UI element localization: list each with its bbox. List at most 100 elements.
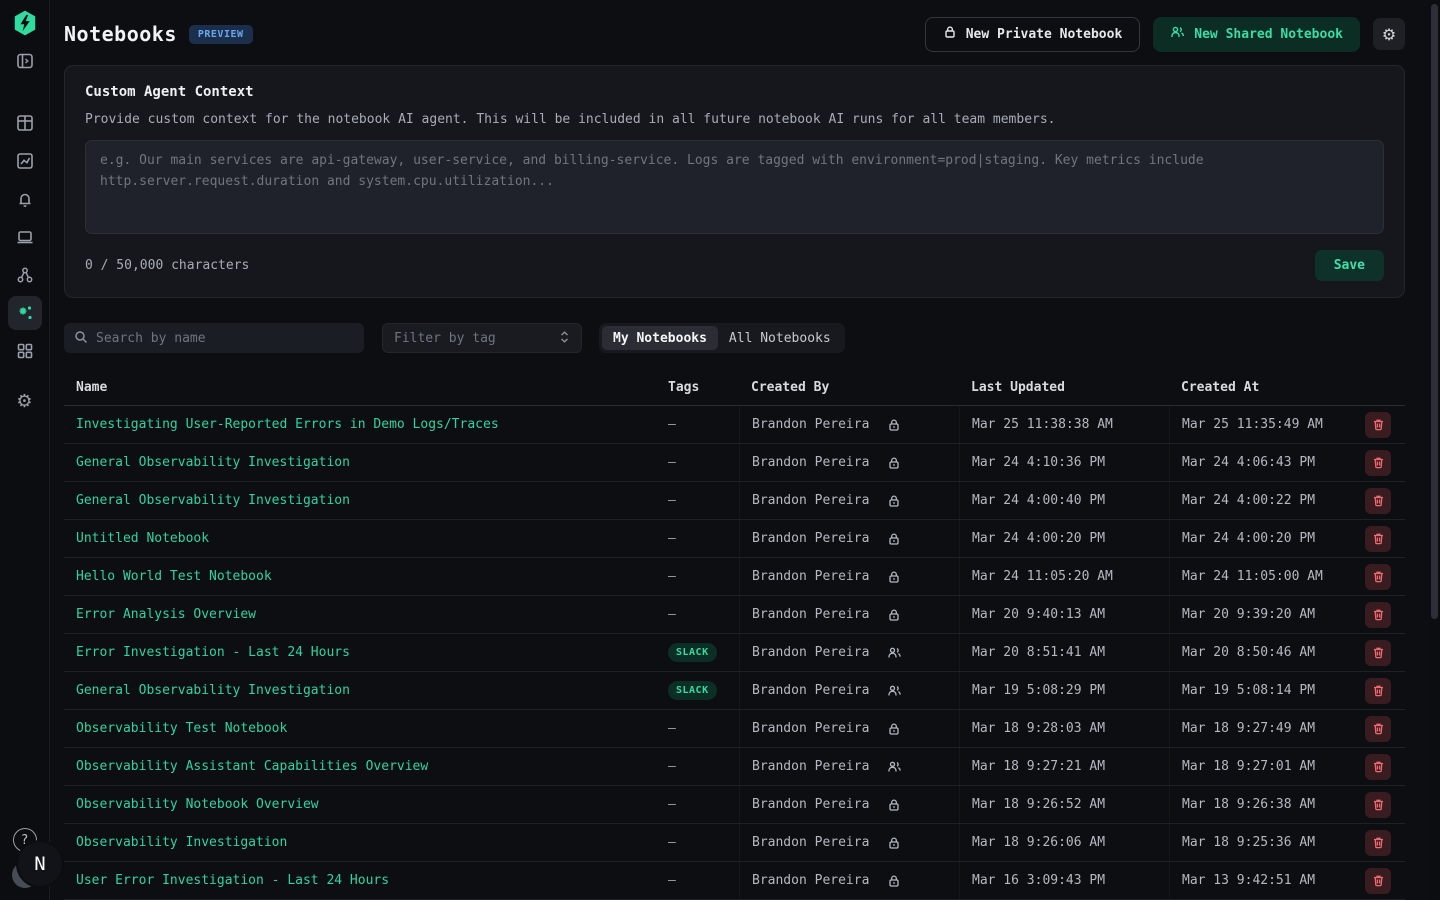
scrollbar-thumb[interactable] <box>1431 4 1438 619</box>
created-by-name: Brandon Pereira <box>752 759 869 774</box>
workstation-icon[interactable] <box>8 220 42 254</box>
lock-icon <box>887 570 901 584</box>
new-private-notebook-button[interactable]: New Private Notebook <box>925 17 1141 52</box>
notebook-link[interactable]: Error Analysis Overview <box>76 607 256 622</box>
alerts-bell-icon[interactable] <box>8 182 42 216</box>
created-by-name: Brandon Pereira <box>752 683 869 698</box>
created-by-name: Brandon Pereira <box>752 645 869 660</box>
tag-cell: — <box>656 531 739 546</box>
last-updated-cell: Mar 24 4:00:20 PM <box>959 520 1169 557</box>
notebook-link[interactable]: General Observability Investigation <box>76 455 350 470</box>
table-row[interactable]: User Error Investigation - Last 24 Hours… <box>64 862 1405 900</box>
last-updated-cell: Mar 18 9:26:06 AM <box>959 824 1169 861</box>
agent-context-textarea[interactable] <box>85 140 1384 234</box>
table-row[interactable]: Investigating User-Reported Errors in De… <box>64 406 1405 444</box>
tag-badge: SLACK <box>668 643 717 662</box>
created-at-cell: Mar 20 9:39:20 AM <box>1169 596 1346 633</box>
tag-filter-label: Filter by tag <box>394 331 496 346</box>
page-title: Notebooks <box>64 22 177 46</box>
new-shared-notebook-button[interactable]: New Shared Notebook <box>1153 17 1360 52</box>
created-at-cell: Mar 13 9:42:51 AM <box>1169 862 1346 899</box>
scrollbar-track[interactable] <box>1429 0 1440 900</box>
delete-notebook-button[interactable] <box>1365 754 1391 780</box>
tag-cell: — <box>656 835 739 850</box>
delete-notebook-button[interactable] <box>1365 412 1391 438</box>
settings-gear-icon[interactable]: ⚙ <box>8 384 42 418</box>
delete-notebook-button[interactable] <box>1365 868 1391 894</box>
table-row[interactable]: General Observability Investigation SLAC… <box>64 672 1405 710</box>
apps-grid-icon[interactable] <box>8 334 42 368</box>
created-at-cell: Mar 18 9:27:01 AM <box>1169 748 1346 785</box>
ai-notebooks-icon[interactable] <box>8 296 42 330</box>
table-row[interactable]: Hello World Test Notebook — Brandon Pere… <box>64 558 1405 596</box>
notebook-link[interactable]: Hello World Test Notebook <box>76 569 272 584</box>
table-row[interactable]: Untitled Notebook — Brandon Pereira Mar … <box>64 520 1405 558</box>
people-icon <box>1170 25 1185 44</box>
delete-notebook-button[interactable] <box>1365 526 1391 552</box>
last-updated-cell: Mar 20 9:40:13 AM <box>959 596 1169 633</box>
notebook-link[interactable]: Observability Notebook Overview <box>76 797 319 812</box>
tag-cell: SLACK <box>656 643 739 662</box>
lock-icon <box>943 25 957 43</box>
created-by-name: Brandon Pereira <box>752 493 869 508</box>
search-box[interactable] <box>64 323 364 353</box>
table-row[interactable]: Error Analysis Overview — Brandon Pereir… <box>64 596 1405 634</box>
tag-cell: — <box>656 569 739 584</box>
tag-cell: — <box>656 455 739 470</box>
search-input[interactable] <box>96 331 354 346</box>
table-row[interactable]: General Observability Investigation — Br… <box>64 482 1405 520</box>
created-at-cell: Mar 18 9:26:38 AM <box>1169 786 1346 823</box>
last-updated-cell: Mar 18 9:28:03 AM <box>959 710 1169 747</box>
sidebar: ⚙ ? <box>0 0 50 900</box>
lock-icon <box>887 494 901 508</box>
lock-icon <box>887 722 901 736</box>
delete-notebook-button[interactable] <box>1365 488 1391 514</box>
column-last-updated: Last Updated <box>959 370 1169 405</box>
last-updated-cell: Mar 25 11:38:38 AM <box>959 406 1169 443</box>
notebook-link[interactable]: Observability Investigation <box>76 835 287 850</box>
tables-icon[interactable] <box>8 106 42 140</box>
page-header: Notebooks PREVIEW New Private Notebook <box>64 15 1405 53</box>
panel-toggle-icon[interactable] <box>8 44 42 78</box>
notebook-link[interactable]: Investigating User-Reported Errors in De… <box>76 417 499 432</box>
lock-icon <box>887 874 901 888</box>
app-logo-icon[interactable] <box>8 6 42 40</box>
lock-icon <box>887 608 901 622</box>
table-row[interactable]: General Observability Investigation — Br… <box>64 444 1405 482</box>
notebook-link[interactable]: Error Investigation - Last 24 Hours <box>76 645 350 660</box>
settings-gear-button[interactable]: ⚙ <box>1373 18 1405 50</box>
created-at-cell: Mar 18 9:25:36 AM <box>1169 824 1346 861</box>
delete-notebook-button[interactable] <box>1365 716 1391 742</box>
table-row[interactable]: Error Investigation - Last 24 Hours SLAC… <box>64 634 1405 672</box>
topology-icon[interactable] <box>8 258 42 292</box>
tag-filter-select[interactable]: Filter by tag <box>382 323 582 353</box>
table-row[interactable]: Observability Assistant Capabilities Ove… <box>64 748 1405 786</box>
notebook-link[interactable]: General Observability Investigation <box>76 683 350 698</box>
last-updated-cell: Mar 19 5:08:29 PM <box>959 672 1169 709</box>
charts-icon[interactable] <box>8 144 42 178</box>
char-count: 0 / 50,000 characters <box>85 258 249 273</box>
table-row[interactable]: Observability Notebook Overview — Brando… <box>64 786 1405 824</box>
notebook-link[interactable]: General Observability Investigation <box>76 493 350 508</box>
delete-notebook-button[interactable] <box>1365 678 1391 704</box>
tab-my-notebooks[interactable]: My Notebooks <box>602 326 718 350</box>
notebook-link[interactable]: User Error Investigation - Last 24 Hours <box>76 873 389 888</box>
created-by-name: Brandon Pereira <box>752 607 869 622</box>
last-updated-cell: Mar 24 11:05:20 AM <box>959 558 1169 595</box>
tab-all-notebooks[interactable]: All Notebooks <box>718 326 842 350</box>
save-button[interactable]: Save <box>1315 250 1384 281</box>
table-row[interactable]: Observability Test Notebook — Brandon Pe… <box>64 710 1405 748</box>
delete-notebook-button[interactable] <box>1365 640 1391 666</box>
created-at-cell: Mar 18 9:27:49 AM <box>1169 710 1346 747</box>
delete-notebook-button[interactable] <box>1365 602 1391 628</box>
table-row[interactable]: Observability Investigation — Brandon Pe… <box>64 824 1405 862</box>
tag-cell: — <box>656 493 739 508</box>
delete-notebook-button[interactable] <box>1365 792 1391 818</box>
delete-notebook-button[interactable] <box>1365 450 1391 476</box>
notebook-link[interactable]: Observability Test Notebook <box>76 721 287 736</box>
delete-notebook-button[interactable] <box>1365 564 1391 590</box>
delete-notebook-button[interactable] <box>1365 830 1391 856</box>
notebook-link[interactable]: Observability Assistant Capabilities Ove… <box>76 759 428 774</box>
created-by-name: Brandon Pereira <box>752 797 869 812</box>
notebook-link[interactable]: Untitled Notebook <box>76 531 209 546</box>
